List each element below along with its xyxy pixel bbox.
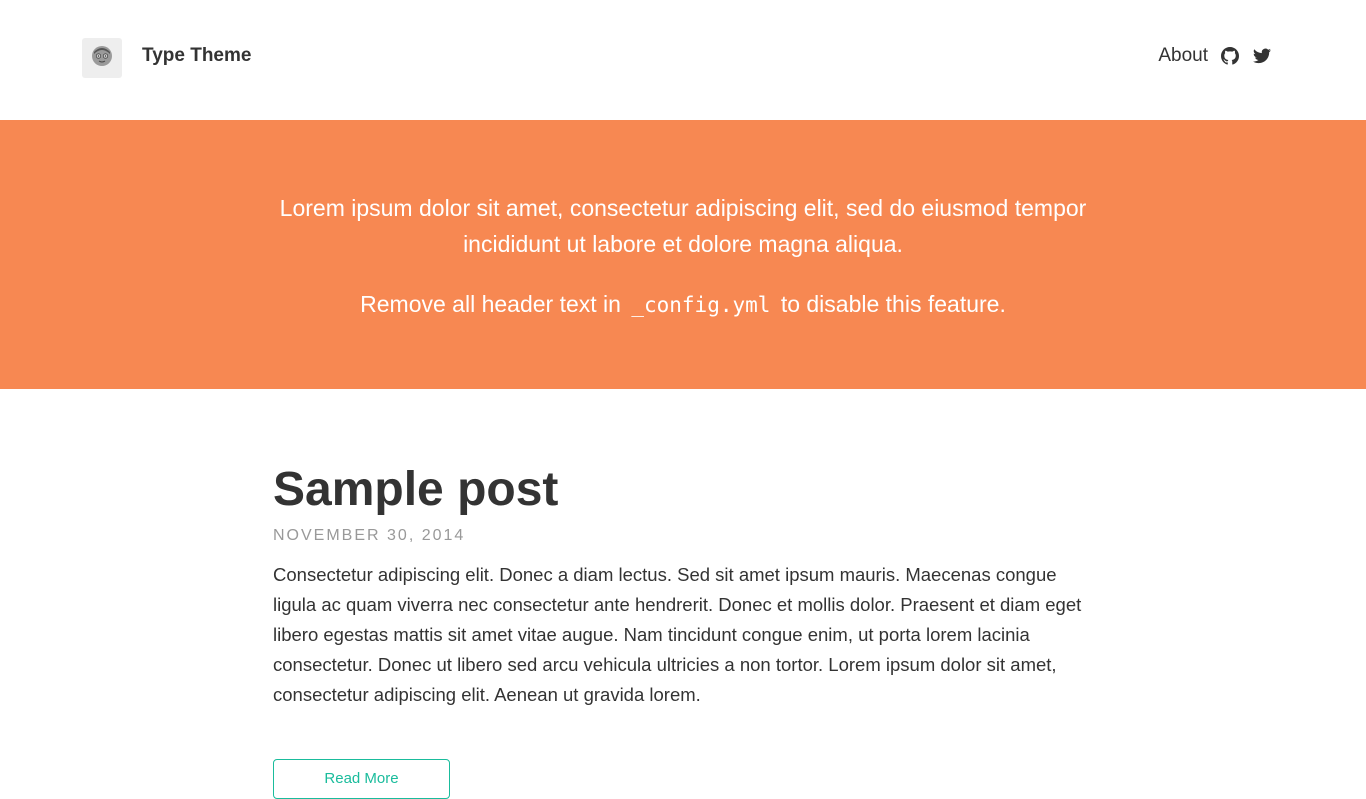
nav-links: About	[1158, 44, 1272, 68]
hero-lead-text: Lorem ipsum dolor sit amet, consectetur …	[279, 195, 1087, 257]
post-title[interactable]: Sample post	[273, 460, 558, 520]
hero-config-code: _config.yml	[631, 293, 771, 317]
twitter-icon[interactable]	[1252, 46, 1272, 66]
hero-banner: Lorem ipsum dolor sit amet, consectetur …	[0, 120, 1366, 389]
post-excerpt: Consectetur adipiscing elit. Donec a dia…	[273, 564, 1082, 705]
post-preview: Sample post NOVEMBER 30, 2014 Consectetu…	[273, 460, 1093, 710]
read-more-button[interactable]: Read More	[273, 759, 450, 799]
github-icon[interactable]	[1220, 46, 1240, 66]
post-date: NOVEMBER 30, 2014	[273, 527, 466, 544]
avatar-face-icon	[91, 45, 113, 72]
nav-about-link[interactable]: About	[1158, 44, 1208, 68]
hero-note-after: to disable this feature.	[780, 291, 1006, 317]
site-nav: Type Theme About	[0, 0, 1366, 120]
avatar[interactable]	[82, 38, 122, 78]
hero-note-before: Remove all header text in	[360, 291, 621, 317]
hero-note: Remove all header text in _config.yml to…	[0, 286, 1366, 323]
site-title[interactable]: Type Theme	[142, 44, 251, 68]
